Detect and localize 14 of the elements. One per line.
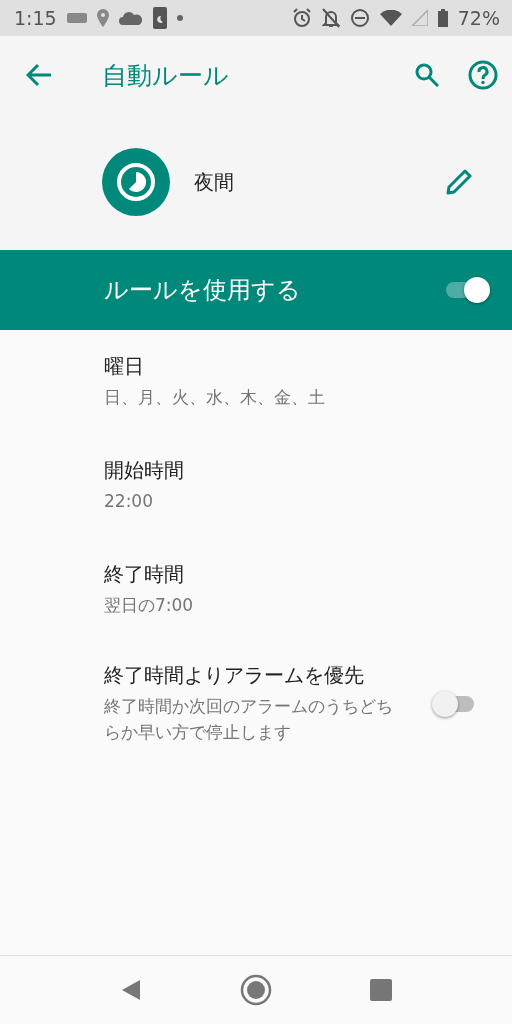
status-time: 1:15 [14,7,57,29]
setting-summary: 22:00 [104,490,154,514]
setting-title[interactable]: 曜日 [104,353,476,381]
master-switch-bar[interactable]: ルールを使用する [0,250,512,330]
screen-title: 自動ルール [102,59,230,92]
rule-name: 夜間 [194,168,235,196]
setting-summary: 終了時間か次回のアラームのうちどちらか早い方で停止します [104,695,394,745]
setting-title[interactable]: 終了時間よりアラームを優先 [104,662,436,689]
battery-percent: 72% [457,7,500,29]
master-switch-label: ルールを使用する [104,275,302,306]
setting-title[interactable]: 終了時間 [104,561,476,589]
setting-title[interactable]: 開始時間 [104,457,476,485]
setting-summary: 翌日の7:00 [104,594,195,618]
setting-summary: 日、月、火、水、木、金、土 [104,386,326,410]
